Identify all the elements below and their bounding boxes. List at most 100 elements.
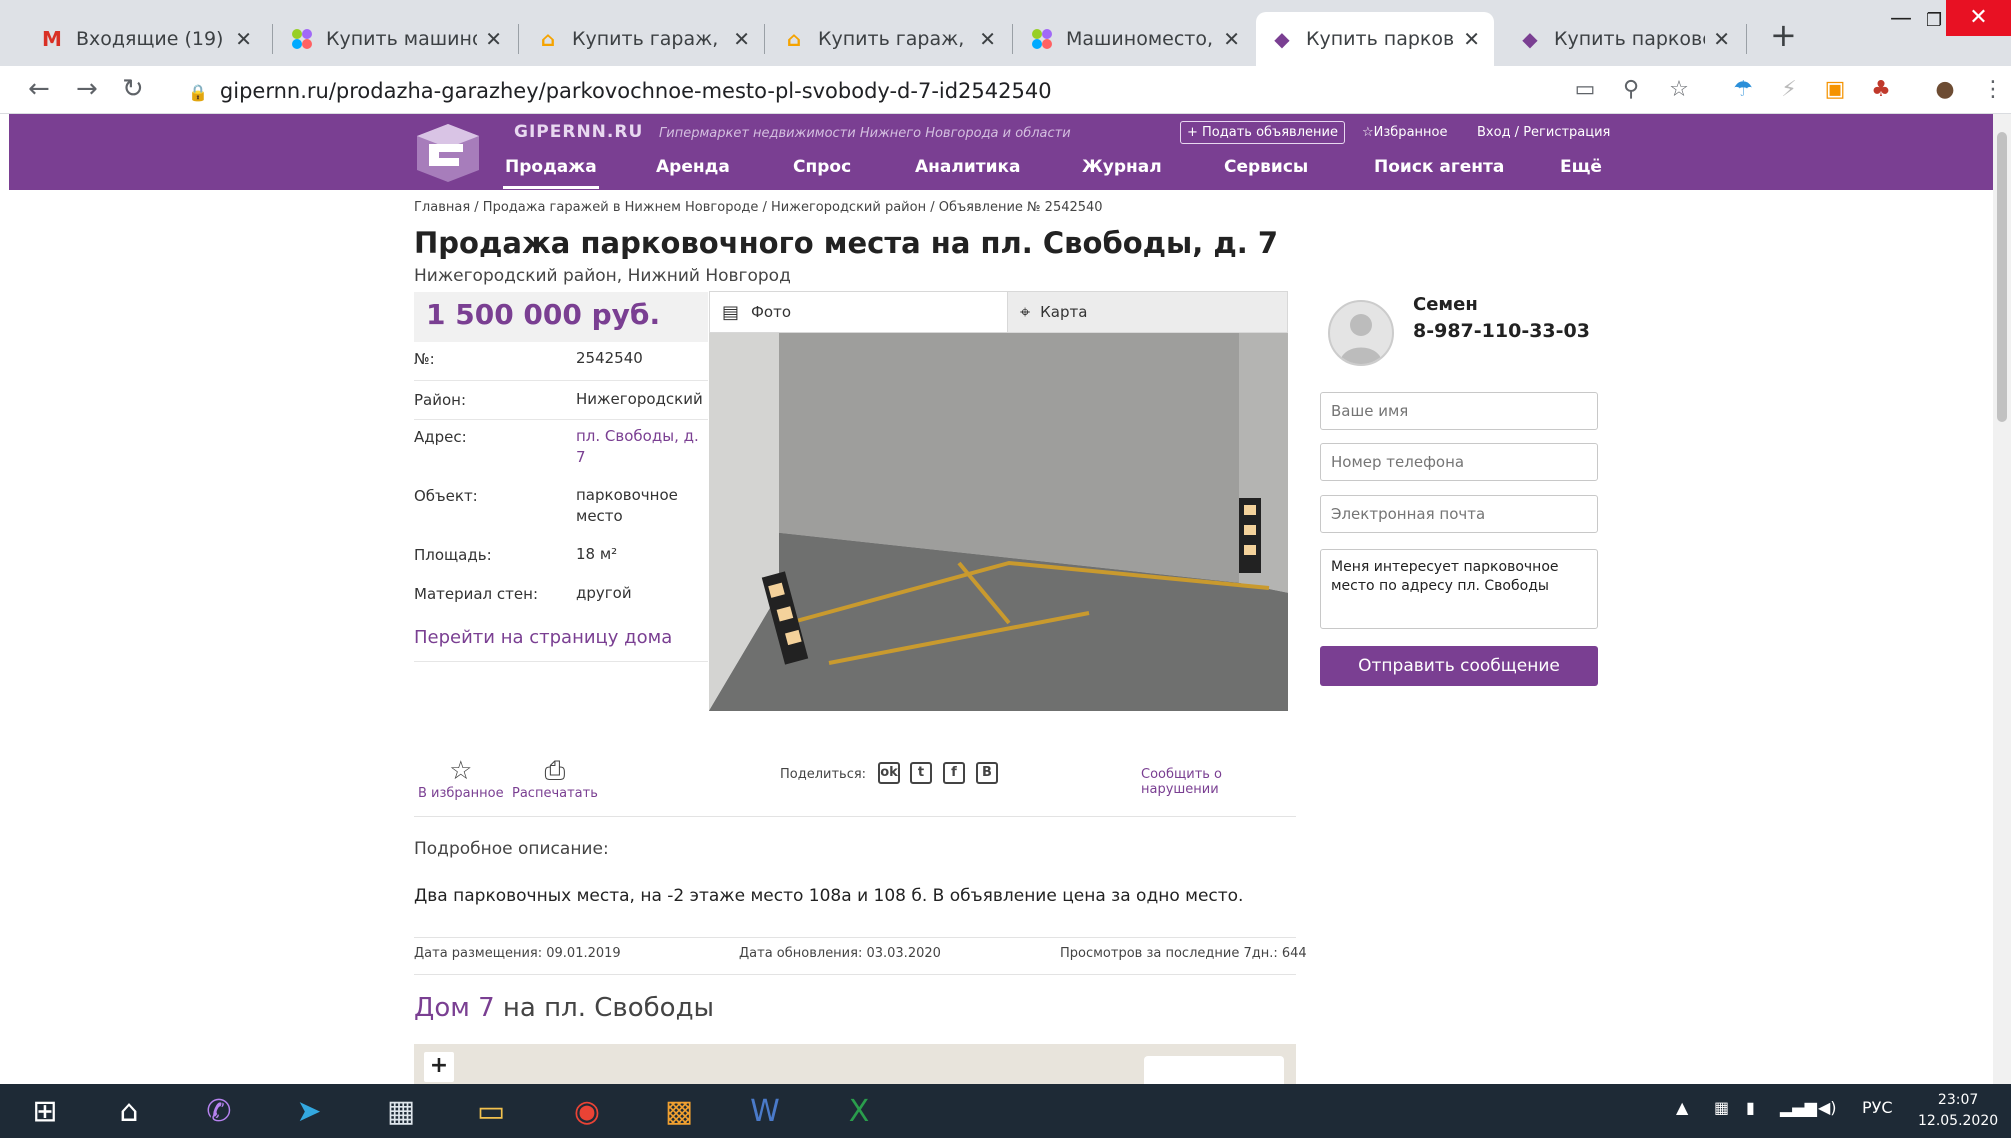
property-row: Площадь: 18 м² [414, 538, 708, 577]
signal-icon[interactable]: ▂▄▆ [1780, 1098, 1817, 1117]
calculator-icon[interactable]: ▦ [370, 1089, 432, 1133]
word-icon[interactable]: W [734, 1089, 796, 1133]
map-panel [1144, 1056, 1284, 1084]
property-row: Адрес: пл. Свободы, д. 7 [414, 420, 708, 479]
browser-tab[interactable]: M Входящие (19) - k ✕ [26, 12, 266, 66]
extension-icon[interactable]: ⚡ [1774, 74, 1804, 104]
url-field[interactable]: 🔒 gipernn.ru/prodazha-garazhey/parkovochn… [188, 74, 1558, 108]
app-icon[interactable]: ▩ [648, 1089, 710, 1133]
message-textarea[interactable]: Меня интересует парковочное место по адр… [1320, 549, 1598, 629]
twitter-icon[interactable]: t [910, 762, 932, 784]
facebook-icon[interactable]: f [943, 762, 965, 784]
close-tab-icon[interactable]: ✕ [979, 27, 996, 51]
name-input[interactable] [1320, 392, 1598, 430]
nav-rent[interactable]: Аренда [656, 157, 730, 177]
chrome-icon[interactable]: ◉ [556, 1089, 618, 1133]
profile-avatar[interactable]: ● [1930, 74, 1960, 104]
close-tab-icon[interactable]: ✕ [1713, 27, 1730, 51]
property-key: Площадь: [414, 546, 492, 564]
property-value: другой [576, 584, 632, 602]
send-message-button[interactable]: Отправить сообщение [1320, 646, 1598, 686]
extension-icon[interactable]: ♣ [1866, 74, 1896, 104]
breadcrumb[interactable]: Главная / Продажа гаражей в Нижнем Новго… [414, 200, 1103, 215]
agent-name: Семен [1413, 294, 1478, 315]
file-explorer-icon[interactable]: ▭ [460, 1089, 522, 1133]
language-indicator[interactable]: РУС [1862, 1098, 1893, 1117]
page-scrollbar[interactable] [1993, 114, 2011, 1084]
divider [414, 974, 1296, 975]
close-tab-icon[interactable]: ✕ [235, 27, 252, 51]
avito-icon [290, 27, 314, 51]
house-page-link[interactable]: Перейти на страницу дома [414, 627, 672, 648]
browser-tab[interactable]: Машиноместо, 16 ✕ [1016, 12, 1254, 66]
volume-icon[interactable]: ◀) [1818, 1098, 1837, 1117]
close-tab-icon[interactable]: ✕ [1463, 27, 1480, 51]
tab-title: Входящие (19) - k [76, 28, 227, 50]
vkontakte-icon[interactable]: B [976, 762, 998, 784]
new-tab-button[interactable]: + [1770, 16, 1797, 54]
listing-photo[interactable] [709, 333, 1288, 711]
tab-title: Купить гараж, маш [572, 28, 725, 50]
divider [414, 937, 1296, 938]
viber-icon[interactable]: ✆ [188, 1089, 250, 1133]
telegram-icon[interactable]: ➤ [278, 1089, 340, 1133]
house-map[interactable]: + [414, 1044, 1296, 1084]
nav-analytics[interactable]: Аналитика [915, 157, 1021, 177]
email-input[interactable] [1320, 495, 1598, 533]
zoom-in-button[interactable]: + [424, 1052, 454, 1082]
login-link[interactable]: Вход / Регистрация [1477, 125, 1610, 140]
nav-services[interactable]: Сервисы [1224, 157, 1308, 177]
cast-icon[interactable]: ▭ [1570, 74, 1600, 104]
zoom-icon[interactable]: ⚲ [1616, 74, 1646, 104]
nav-journal[interactable]: Журнал [1082, 157, 1162, 177]
nav-more[interactable]: Ещё [1560, 157, 1602, 177]
close-tab-icon[interactable]: ✕ [485, 27, 502, 51]
phone-input[interactable] [1320, 443, 1598, 481]
battery-icon[interactable]: ▮ [1746, 1098, 1755, 1117]
nav-demand[interactable]: Спрос [793, 157, 851, 177]
browser-tab[interactable]: ⌂ Купить гараж, маш ✕ [522, 12, 764, 66]
nav-sale[interactable]: Продажа [503, 157, 599, 189]
add-favorite-button[interactable]: ☆ В избранное [418, 756, 504, 801]
browser-tab[interactable]: ◆ Купить парковочн ✕ [1504, 12, 1744, 66]
mi-extension-icon[interactable]: ▣ [1820, 74, 1850, 104]
scrollbar-thumb[interactable] [1997, 132, 2007, 422]
tab-title: Купить парковочн [1554, 28, 1705, 50]
tab-map[interactable]: ⌖ Карта [1007, 292, 1287, 332]
nav-find-agent[interactable]: Поиск агента [1374, 157, 1504, 177]
excel-icon[interactable]: X [828, 1089, 890, 1133]
windows-start-icon[interactable]: ⊞ [14, 1089, 76, 1133]
forward-icon[interactable]: → [76, 74, 98, 104]
browser-tabstrip: M Входящие (19) - k ✕ Купить машиноме ✕ … [0, 0, 2011, 66]
browser-tab[interactable]: Купить машиноме ✕ [276, 12, 516, 66]
gipernn-logo[interactable] [415, 122, 481, 184]
post-ad-button[interactable]: + Подать объявление [1180, 121, 1345, 144]
tab-photo[interactable]: ▤ Фото [710, 292, 1007, 332]
home-icon[interactable]: ⌂ [98, 1089, 160, 1133]
reload-icon[interactable]: ↻ [122, 74, 144, 104]
browser-tab-active[interactable]: ◆ Купить парковочн ✕ [1256, 12, 1494, 66]
odnoklassniki-icon[interactable]: ok [878, 762, 900, 784]
address-link[interactable]: пл. Свободы, д. 7 [576, 426, 706, 468]
minimize-button[interactable]: — [1890, 6, 1912, 31]
vpn-extension-icon[interactable]: ☂ [1728, 74, 1758, 104]
agent-phone[interactable]: 8-987-110-33-03 [1413, 320, 1590, 342]
restore-button[interactable]: ❐ [1926, 10, 1942, 31]
back-icon[interactable]: ← [28, 74, 50, 104]
report-link[interactable]: Сообщить о нарушении [1141, 767, 1296, 797]
bookmark-star-icon[interactable]: ☆ [1664, 74, 1694, 104]
close-tab-icon[interactable]: ✕ [1223, 27, 1240, 51]
house-link[interactable]: Дом 7 [414, 993, 495, 1023]
property-row: Материал стен: другой [414, 577, 708, 616]
print-button[interactable]: ⎙ Распечатать [512, 756, 598, 801]
menu-icon[interactable]: ⋮ [1978, 74, 2008, 104]
tray-expand-icon[interactable]: ▲ [1676, 1098, 1688, 1117]
browser-tab[interactable]: ⌂ Купить гараж, маш ✕ [768, 12, 1010, 66]
close-window-button[interactable]: ✕ [1946, 0, 2011, 36]
favorites-link[interactable]: ☆Избранное [1362, 125, 1447, 140]
network-off-icon[interactable]: ▦ [1714, 1098, 1729, 1117]
close-tab-icon[interactable]: ✕ [733, 27, 750, 51]
windows-taskbar: ⊞ ⌂ ✆ ➤ ▦ ▭ ◉ ▩ W X ▲ ▦ ▮ ▂▄▆ ◀) РУС 23:… [0, 1084, 2011, 1138]
star-icon: ☆ [1362, 125, 1374, 140]
clock[interactable]: 23:07 12.05.2020 [1918, 1090, 1998, 1132]
